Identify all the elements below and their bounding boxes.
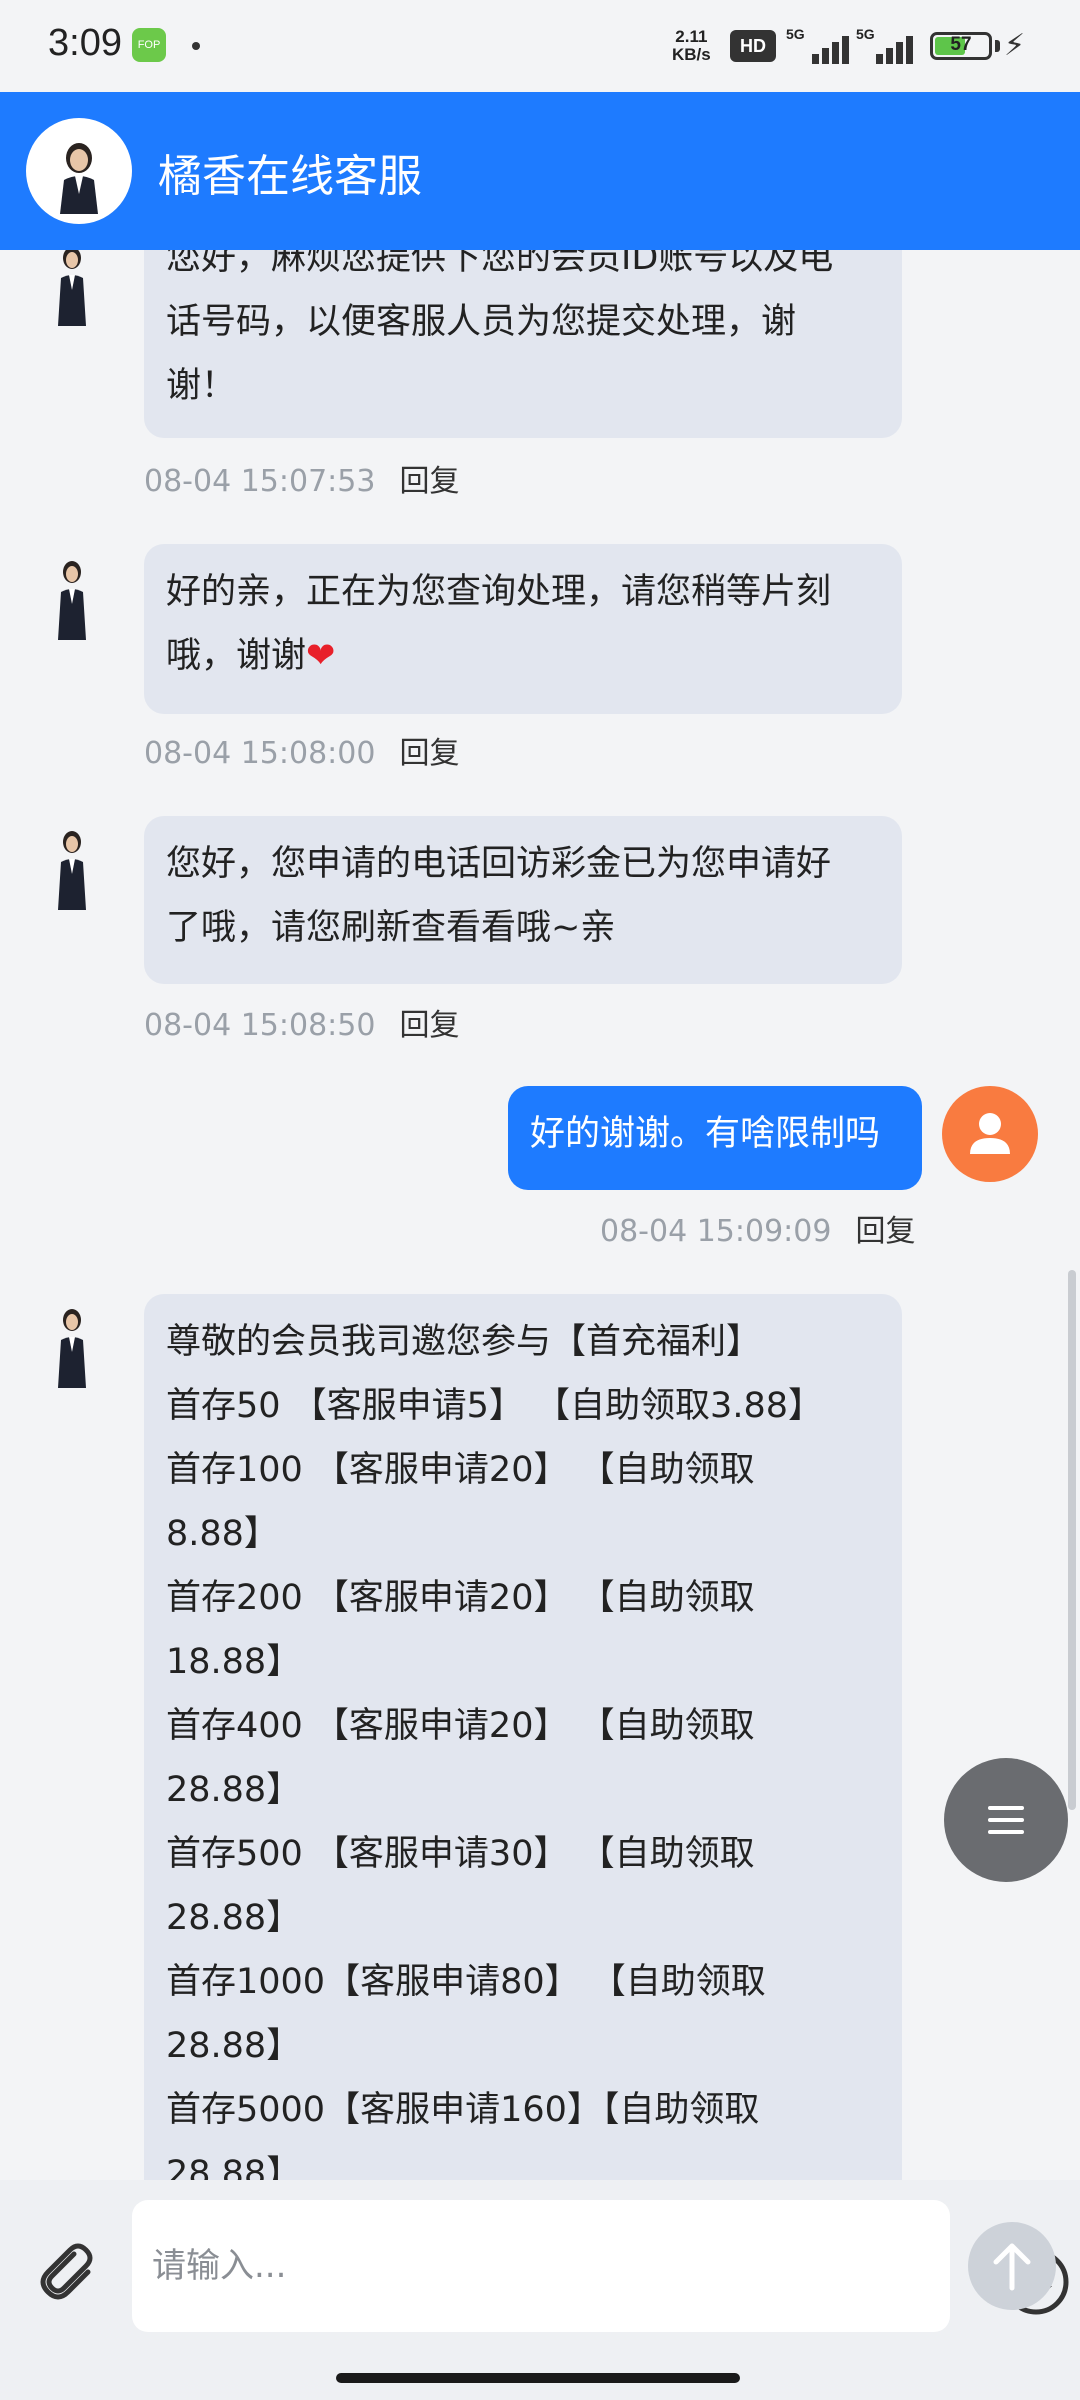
agent-avatar[interactable] (26, 118, 132, 224)
message-line: 28.88】 (166, 1770, 302, 1810)
message-time: 08-04 15:08:50 (144, 1008, 376, 1043)
message-line: 好的亲，正在为您查询处理，请您稍等片刻 (166, 572, 832, 612)
user-message-bubble[interactable]: 好的谢谢。有啥限制吗 (508, 1086, 922, 1190)
message-input-box[interactable] (132, 2200, 1069, 2332)
agent-message-avatar (42, 1300, 102, 1390)
message-bubble[interactable]: 您好，您申请的电话回访彩金已为您申请好 了哦，请您刷新查看看哦~亲 (144, 816, 902, 984)
message-line: 哦，谢谢 (166, 636, 307, 676)
home-gesture-pill[interactable] (336, 2373, 740, 2383)
message-meta: 08-04 15:09:09 回复 (600, 1206, 915, 1250)
send-button[interactable] (968, 2222, 1056, 2310)
menu-icon-line (988, 1830, 1024, 1834)
chat-title: 橘香在线客服 (158, 151, 422, 202)
agent-message-avatar (42, 250, 102, 328)
message-line: 好的谢谢。有啥限制吗 (530, 1114, 881, 1154)
menu-button[interactable] (944, 1758, 1068, 1882)
agent-message-avatar (42, 552, 102, 642)
message-time: 08-04 15:07:53 (144, 464, 376, 499)
battery-icon: 57 (930, 32, 992, 60)
fop-app-icon: FOP (132, 28, 166, 62)
message-line: 谢！ (166, 366, 237, 406)
message-line: 话号码，以便客服人员为您提交处理，谢 (166, 302, 797, 342)
chat-header: 橘香在线客服 (0, 92, 1080, 250)
message-bubble[interactable]: 尊敬的会员我司邀您参与【首充福利】 首存50 【客服申请5】 【自助领取3.88… (144, 1294, 902, 2180)
message-line: 首存400 【客服申请20】 【自助领取 (166, 1706, 755, 1746)
message-input[interactable] (152, 2236, 752, 2296)
reply-button[interactable]: 回复 (855, 1214, 915, 1249)
message-time: 08-04 15:09:09 (600, 1214, 832, 1249)
message-meta: 08-04 15:07:53 回复 (144, 456, 459, 500)
message-line: 了哦，请您刷新查看看哦~亲 (166, 908, 616, 948)
user-avatar (942, 1086, 1038, 1182)
message-line: 首存500 【客服申请30】 【自助领取 (166, 1834, 755, 1874)
message-meta: 08-04 15:08:50 回复 (144, 1000, 459, 1044)
navigation-bar (0, 2350, 1080, 2400)
hd-voice-icon: HD (730, 30, 776, 62)
message-line: 18.88】 (166, 1642, 302, 1682)
signal-1-label: 5G (786, 26, 805, 42)
network-speed-value: 2.11 (675, 27, 708, 46)
signal-2-label: 5G (856, 26, 875, 42)
menu-icon-line (988, 1818, 1024, 1822)
notification-dot-icon (192, 42, 200, 50)
status-time: 3:09 (48, 22, 122, 64)
message-line: 首存100 【客服申请20】 【自助领取 (166, 1450, 755, 1490)
message-line: 28.88】 (166, 1898, 302, 1938)
reply-button[interactable]: 回复 (399, 464, 459, 499)
network-speed-unit: KB/s (672, 45, 711, 64)
message-bubble[interactable]: 您好，麻烦您提供下您的会员ID账号以及电 话号码，以便客服人员为您提交处理，谢 … (144, 250, 902, 438)
message-list[interactable]: 您好，麻烦您提供下您的会员ID账号以及电 话号码，以便客服人员为您提交处理，谢 … (0, 250, 1080, 2180)
attachment-icon[interactable] (28, 2234, 100, 2306)
battery-cap (995, 40, 1000, 52)
message-line: 28.88】 (166, 2154, 302, 2180)
message-line: 尊敬的会员我司邀您参与【首充福利】 (166, 1322, 762, 1362)
scrollbar[interactable] (1068, 1270, 1076, 1810)
reply-button[interactable]: 回复 (399, 1008, 459, 1043)
message-time: 08-04 15:08:00 (144, 736, 376, 771)
heart-emoji-icon: ❤ (306, 636, 336, 676)
status-bar: 3:09 FOP 2.11 KB/s HD 5G 5G 57 ⚡ (0, 0, 1080, 92)
input-bar (0, 2180, 1080, 2350)
agent-message-avatar (42, 822, 102, 912)
battery-percent: 57 (950, 34, 972, 55)
charging-icon: ⚡ (1004, 28, 1026, 63)
message-line: 8.88】 (166, 1514, 279, 1554)
message-line: 首存50 【客服申请5】 【自助领取3.88】 (166, 1386, 823, 1426)
message-line: 您好，麻烦您提供下您的会员ID账号以及电 (166, 250, 834, 278)
message-line: 您好，您申请的电话回访彩金已为您申请好 (166, 844, 832, 884)
menu-icon (988, 1806, 1024, 1810)
message-line: 首存5000【客服申请160】【自助领取 (166, 2090, 760, 2130)
reply-button[interactable]: 回复 (399, 736, 459, 771)
network-speed: 2.11 KB/s (672, 28, 711, 64)
message-line: 28.88】 (166, 2026, 302, 2066)
message-line: 首存1000【客服申请80】 【自助领取 (166, 1962, 766, 2002)
arrow-up-icon (993, 2243, 1031, 2291)
message-bubble[interactable]: 好的亲，正在为您查询处理，请您稍等片刻 哦，谢谢❤ (144, 544, 902, 714)
signal-icon: 5G (856, 26, 928, 66)
message-line: 首存200 【客服申请20】 【自助领取 (166, 1578, 755, 1618)
message-meta: 08-04 15:08:00 回复 (144, 728, 459, 772)
signal-icon: 5G (786, 26, 858, 66)
